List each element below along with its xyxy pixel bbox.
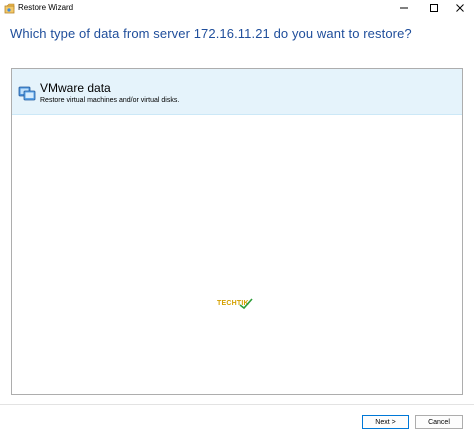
footer-divider (0, 404, 474, 405)
restore-wizard-icon (4, 2, 16, 14)
watermark-logo: TECHTIK (217, 298, 257, 311)
maximize-button[interactable] (420, 0, 448, 16)
close-icon (455, 3, 465, 13)
next-button-label: Next > (375, 418, 396, 426)
minimize-icon (399, 3, 409, 13)
list-item-description: Restore virtual machines and/or virtual … (40, 97, 180, 104)
checkmark-icon (239, 297, 253, 315)
list-item-title: VMware data (40, 81, 111, 95)
minimize-button[interactable] (390, 0, 418, 16)
vmware-icon (18, 83, 36, 101)
next-button[interactable]: Next > (362, 415, 409, 429)
page-title: Which type of data from server 172.16.11… (10, 26, 412, 41)
close-button[interactable] (446, 0, 474, 16)
title-bar: Restore Wizard (0, 0, 474, 16)
window-title: Restore Wizard (18, 3, 74, 12)
maximize-icon (429, 3, 439, 13)
list-item-vmware-data[interactable]: VMware data Restore virtual machines and… (12, 69, 462, 115)
data-type-list[interactable]: VMware data Restore virtual machines and… (11, 68, 463, 395)
cancel-button-label: Cancel (428, 418, 450, 426)
cancel-button[interactable]: Cancel (415, 415, 463, 429)
